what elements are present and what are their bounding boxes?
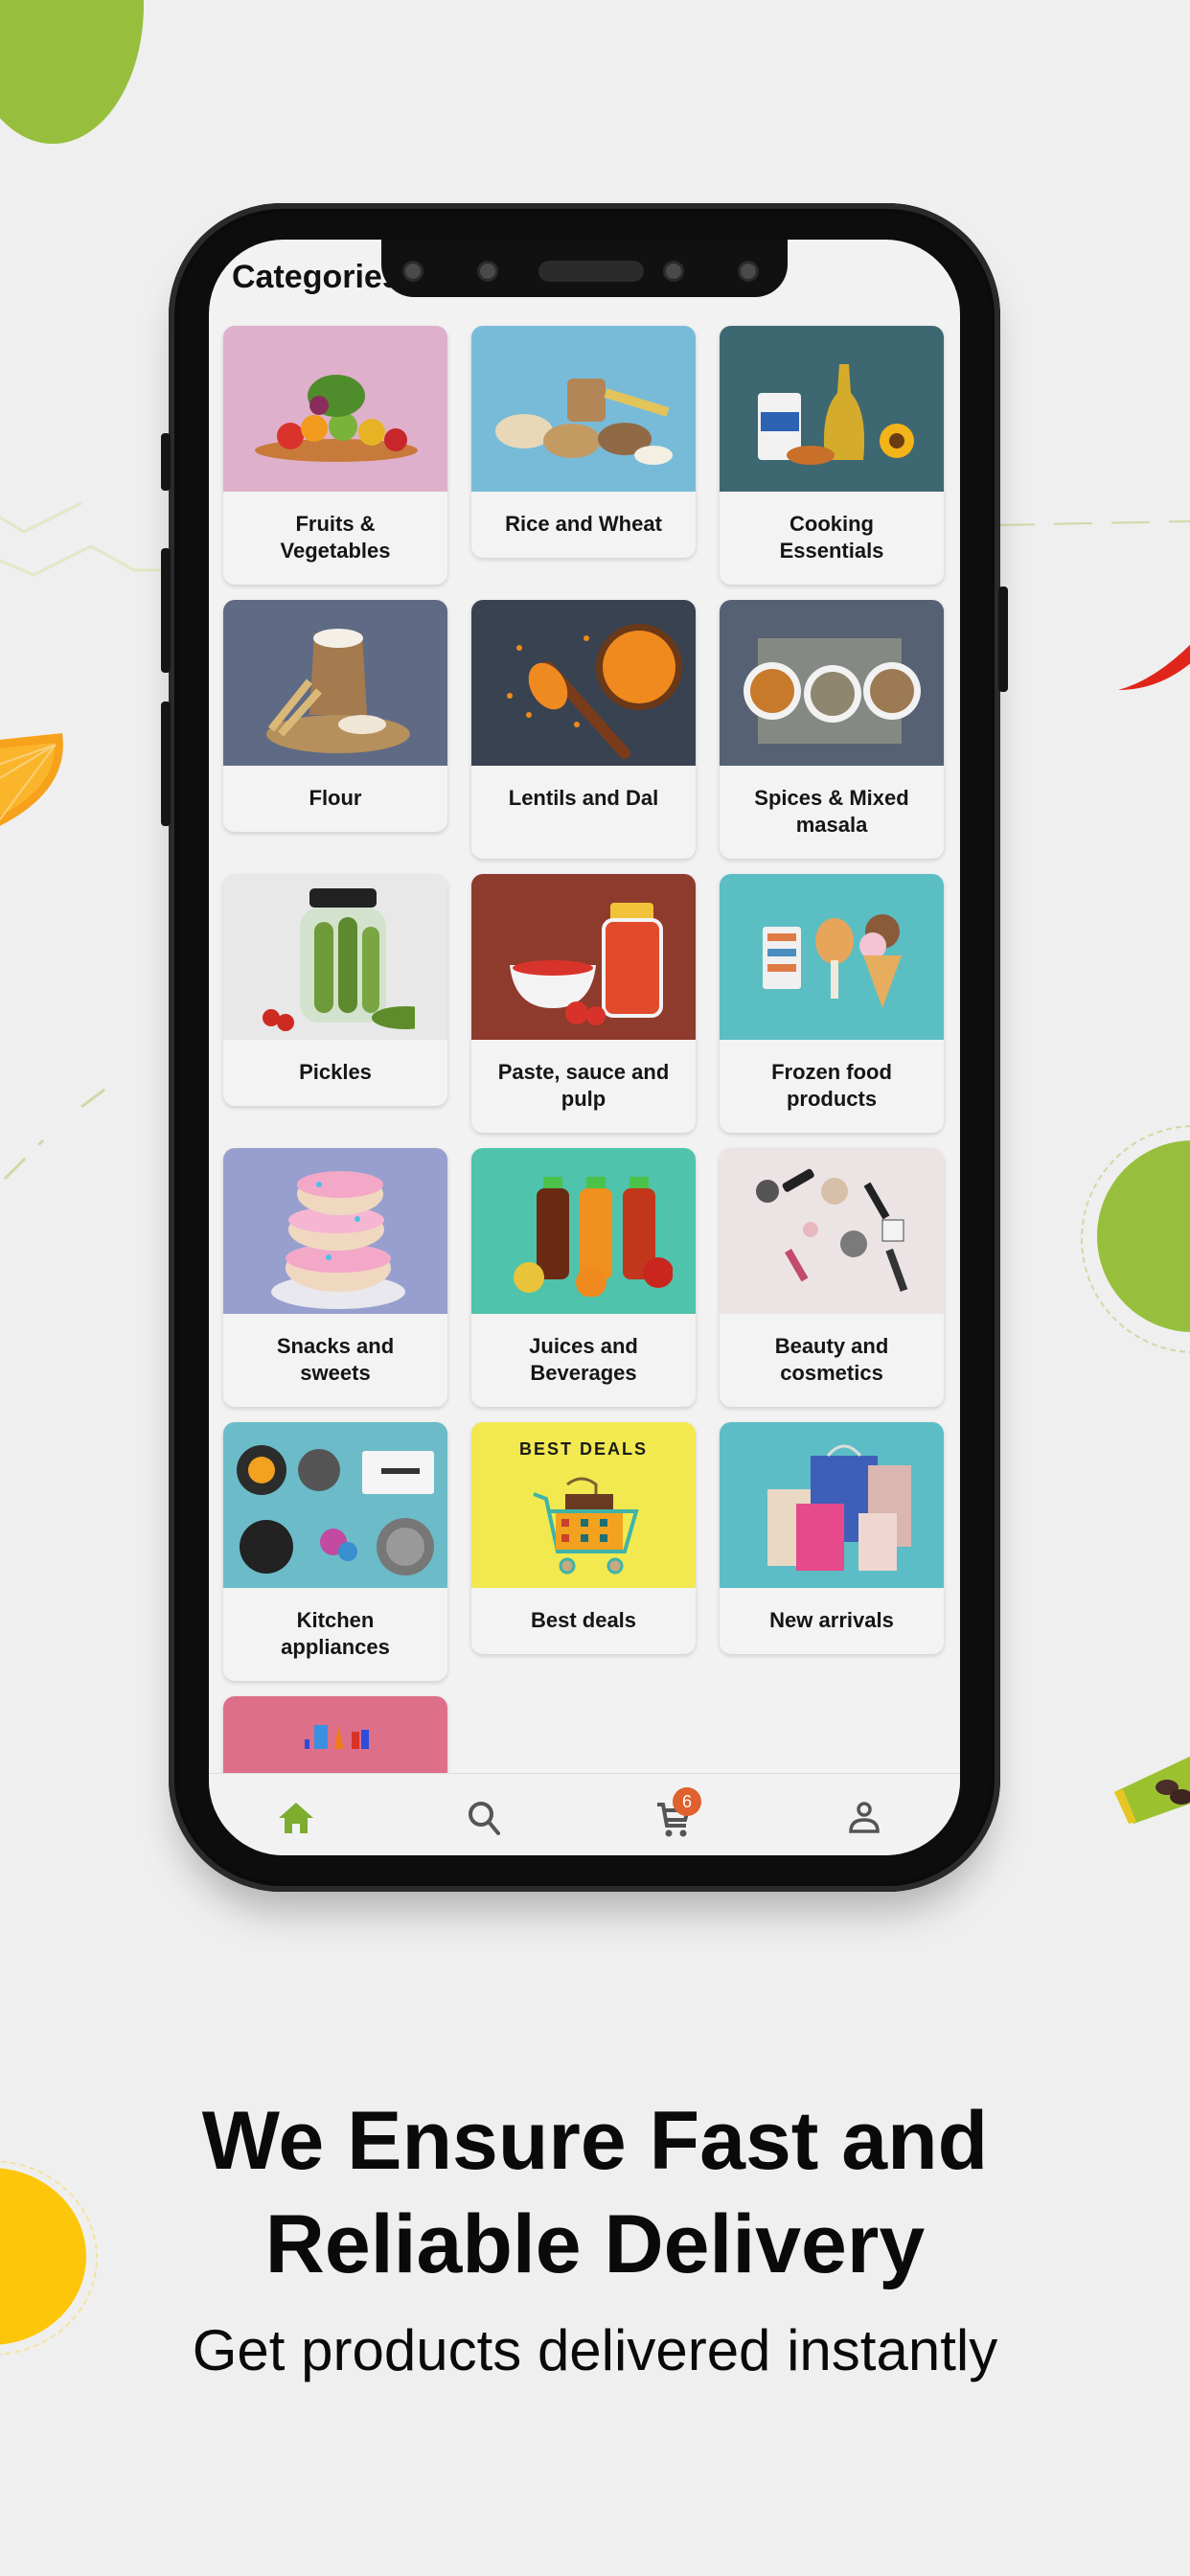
image-caption: BEST DEALS (518, 1439, 648, 1459)
phone-side-button (161, 433, 171, 491)
promo-headline-line1: We Ensure Fast and (201, 2095, 989, 2187)
category-card[interactable]: Fruits & Vegetables (223, 326, 447, 585)
new-arrivals-image (720, 1422, 944, 1588)
search-icon (469, 1802, 500, 1835)
nav-profile[interactable] (843, 1797, 885, 1839)
category-card[interactable]: Spices & Mixed masala (720, 600, 944, 859)
camera-icon (738, 261, 759, 282)
category-label: Pickles (299, 1060, 372, 1084)
category-card[interactable]: Pickles (223, 874, 447, 1106)
page-title: Categories (232, 259, 400, 295)
category-label: Spices & Mixed masala (754, 786, 909, 837)
snacks-sweets-image (223, 1148, 447, 1314)
category-label: Kitchen appliances (281, 1608, 390, 1659)
category-card[interactable]: Cooking Essentials (720, 326, 944, 585)
promo-headline: We Ensure Fast and Reliable Delivery (0, 2089, 1190, 2296)
bottom-navigation: 6 (209, 1773, 960, 1855)
category-card[interactable]: Paste, sauce and pulp (471, 874, 696, 1133)
category-card[interactable]: Juices and Beverages (471, 1148, 696, 1407)
category-card[interactable]: BEST DEALS Best deals (471, 1422, 696, 1654)
cosmetics-image (720, 1148, 944, 1314)
sensor-icon (402, 261, 423, 282)
camera-icon (477, 261, 498, 282)
juices-image (471, 1148, 696, 1314)
lentils-dal-image (471, 600, 696, 766)
home-icon (279, 1803, 313, 1833)
category-label: Lentils and Dal (508, 786, 659, 810)
category-card[interactable]: Beauty and cosmetics (720, 1148, 944, 1407)
olive-oil-bottle-icon (1114, 1756, 1190, 1824)
chili-pepper-icon (1118, 644, 1190, 690)
speaker-grille (538, 261, 644, 282)
category-card[interactable]: Snacks and sweets (223, 1148, 447, 1407)
category-card[interactable]: Lentils and Dal (471, 600, 696, 859)
category-card[interactable]: Frozen food products (720, 874, 944, 1133)
category-label: Rice and Wheat (505, 512, 662, 536)
sensor-icon (663, 261, 684, 282)
phone-side-button (161, 702, 171, 826)
phone-notch (381, 240, 788, 297)
orange-slice-icon (0, 733, 63, 826)
decorative-green-circle (0, 0, 144, 144)
category-label: Paste, sauce and pulp (497, 1060, 670, 1111)
category-label: Frozen food products (771, 1060, 892, 1111)
best-deals-image: BEST DEALS (471, 1422, 696, 1588)
fruits-vegetables-image (223, 326, 447, 492)
category-card[interactable]: Kitchen appliances (223, 1422, 447, 1681)
nav-home[interactable] (275, 1797, 317, 1839)
phone-side-button (161, 548, 171, 673)
category-label: Cooking Essentials (779, 512, 884, 563)
category-card[interactable]: Flour (223, 600, 447, 832)
app-screen: Categories Fruits & Vegetables Rice and W… (209, 240, 960, 1855)
category-label: Best deals (530, 1608, 637, 1632)
phone-frame: Categories Fruits & Vegetables Rice and W… (161, 203, 1008, 1892)
paste-sauce-image (471, 874, 696, 1040)
pickles-image (223, 874, 447, 1040)
nav-cart[interactable]: 6 (653, 1787, 701, 1839)
decorative-dashed-line (3, 1076, 121, 1181)
category-label: Juices and Beverages (529, 1334, 638, 1385)
profile-icon (849, 1802, 880, 1833)
phone-side-button (998, 586, 1008, 692)
category-label: Snacks and sweets (276, 1334, 395, 1385)
category-card[interactable]: Rice and Wheat (471, 326, 696, 558)
category-label: Fruits & Vegetables (280, 512, 391, 563)
promo-headline-line2: Reliable Delivery (264, 2198, 926, 2290)
cooking-essentials-image (720, 326, 944, 492)
frozen-food-image (720, 874, 944, 1040)
cart-count-badge: 6 (673, 1787, 701, 1816)
category-label: Beauty and cosmetics (774, 1334, 889, 1385)
decorative-zigzag-lines (0, 501, 163, 577)
rice-wheat-image (471, 326, 696, 492)
category-label: Flour (309, 786, 362, 810)
spices-image (720, 600, 944, 766)
category-label: New arrivals (769, 1608, 894, 1632)
kitchen-appliances-image (223, 1422, 447, 1588)
flour-image (223, 600, 447, 766)
nav-search[interactable] (464, 1797, 506, 1839)
promo-subheadline: Get products delivered instantly (192, 2318, 998, 2382)
category-card[interactable]: New arrivals (720, 1422, 944, 1654)
decorative-dashed-line (996, 520, 1190, 526)
